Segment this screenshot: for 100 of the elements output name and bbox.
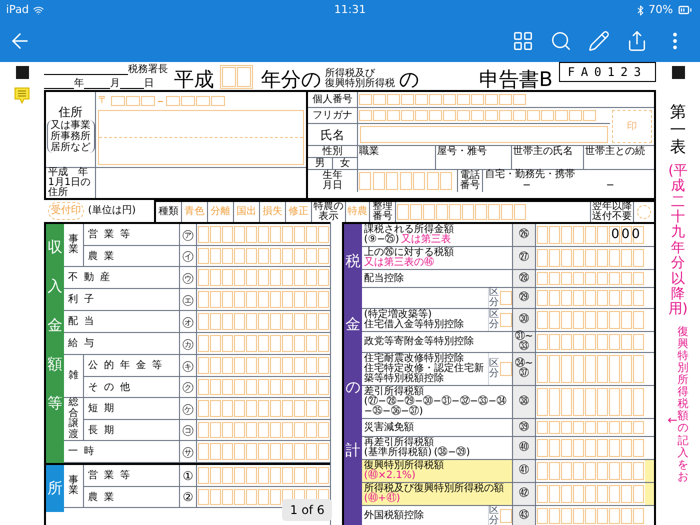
section-title: 税金の計 <box>346 251 360 461</box>
amount-field[interactable] <box>536 506 645 525</box>
amount-field[interactable] <box>197 355 330 376</box>
income-label: 農業 <box>87 490 121 504</box>
birth-year-field[interactable] <box>372 170 399 192</box>
pointer-arrow: ← <box>667 414 678 426</box>
group-label: 雑 <box>68 370 78 382</box>
address-field[interactable] <box>98 110 304 165</box>
field-label: 生年月日 <box>308 170 358 192</box>
amount-field[interactable] <box>197 398 330 419</box>
amount-field[interactable] <box>197 420 330 440</box>
amount-field[interactable] <box>536 460 645 482</box>
line-number: ㉗ <box>512 247 536 269</box>
field-label: フリガナ <box>308 108 358 123</box>
birth-era-field[interactable] <box>358 170 372 192</box>
field-label: 世帯主の氏名 <box>512 146 584 169</box>
tax-label: 上の㉖に対する税額 <box>364 248 455 258</box>
date-label: 日 <box>144 79 154 89</box>
amount-field[interactable] <box>197 289 330 310</box>
amount-field[interactable] <box>536 483 645 505</box>
line-number: ㉚ <box>512 309 536 331</box>
share-icon[interactable] <box>626 30 648 52</box>
line-number: ㉘ <box>512 270 536 287</box>
kana-field[interactable] <box>358 108 597 123</box>
amount-field[interactable] <box>536 437 645 459</box>
line-number: ㉛~㉝ <box>512 332 536 352</box>
tax-label: 再差引所得税額 <box>364 438 434 448</box>
birth-day-field[interactable] <box>426 170 453 192</box>
unit-note: (単位は円) <box>88 204 137 218</box>
line-number: ㉞~㊲ <box>512 353 536 385</box>
amount-field[interactable] <box>197 465 330 486</box>
field-label: 氏名 <box>308 124 358 145</box>
pencil-icon[interactable] <box>588 30 610 52</box>
address-note: 又は事業所事務所居所など <box>46 120 94 153</box>
amount-field[interactable] <box>197 246 330 266</box>
jan1-address-label: 平成 年1月1日の住所 <box>46 168 96 198</box>
section-title: 所 <box>48 478 62 499</box>
tax-label: 配当控除 <box>364 274 405 284</box>
income-label: 配当 <box>67 314 101 329</box>
sex-option[interactable]: 男 <box>308 158 333 169</box>
amount-field[interactable] <box>536 247 645 269</box>
amount-field[interactable] <box>197 267 330 288</box>
tax-note: (㊵×2.1%) <box>364 471 416 481</box>
battery-icon <box>676 3 694 17</box>
device-name: iPad <box>6 2 29 18</box>
field-label: 職業 <box>358 146 436 169</box>
group-label: 総合譲渡 <box>68 398 78 440</box>
amount-field[interactable] <box>536 270 645 287</box>
line-number: ㊷ <box>512 483 536 505</box>
amount-field[interactable] <box>536 288 645 308</box>
tax-label: 災害減免額 <box>364 422 415 432</box>
category-field[interactable] <box>500 291 512 305</box>
grid-view-icon[interactable] <box>512 30 534 52</box>
tax-note: 住宅借入金等特別控除 <box>364 320 464 330</box>
postal-field[interactable] <box>110 94 156 108</box>
income-label: 営業等 <box>87 468 137 483</box>
search-icon[interactable] <box>550 30 572 52</box>
amount-field[interactable] <box>536 332 645 352</box>
date-label: 月 <box>110 79 120 89</box>
sex-option[interactable]: 女 <box>333 158 357 169</box>
phone-dash: − <box>606 181 614 191</box>
date-label: 年 <box>74 79 84 89</box>
amount-field[interactable] <box>197 224 330 245</box>
amount-field[interactable] <box>197 311 330 332</box>
category-field[interactable] <box>500 509 512 523</box>
field-label: 性別 <box>308 146 357 158</box>
amount-field[interactable] <box>536 386 645 418</box>
amount-field[interactable] <box>536 309 645 331</box>
income-label: 長期 <box>87 424 121 438</box>
name-field[interactable] <box>360 126 608 143</box>
phone-dash: − <box>522 181 531 191</box>
bluetooth-icon <box>634 4 646 16</box>
section-title: 収入金額等 <box>48 237 62 414</box>
era-label: 平成 <box>174 69 214 89</box>
category-field[interactable] <box>500 313 512 327</box>
form-code: FA0123 <box>558 62 656 82</box>
amount-field[interactable] <box>536 353 645 385</box>
amount-field[interactable] <box>536 419 645 436</box>
year-suffix: 年分の <box>261 69 321 89</box>
tax-label: 住宅耐震改修特別控除 <box>364 354 464 364</box>
amount-field[interactable] <box>197 441 330 462</box>
line-number: ㉖ <box>512 224 536 246</box>
birth-month-field[interactable] <box>399 170 426 192</box>
my-number-field[interactable] <box>358 92 527 107</box>
amount-field[interactable] <box>197 377 330 397</box>
tax-label: 所得税及び復興特別所得税の額 <box>364 484 505 494</box>
income-label: 営業等 <box>87 228 137 242</box>
registration-mark <box>672 66 684 79</box>
tax-label: 復興特別所得税額 <box>364 461 445 471</box>
reminder-note: 復興特別所得税額の記入をお <box>678 326 689 483</box>
line-number: ㊵ <box>512 437 536 459</box>
amount-field[interactable]: 000 <box>536 224 645 246</box>
category-field[interactable] <box>500 362 512 376</box>
postal-field[interactable] <box>165 94 226 108</box>
note-icon[interactable] <box>14 87 30 105</box>
year-field[interactable] <box>220 65 253 89</box>
tax-note: (㊵+㊶) <box>364 494 400 504</box>
wifi-icon <box>32 4 44 16</box>
amount-field[interactable] <box>197 333 330 354</box>
field-label: 個人番号 <box>308 92 358 107</box>
